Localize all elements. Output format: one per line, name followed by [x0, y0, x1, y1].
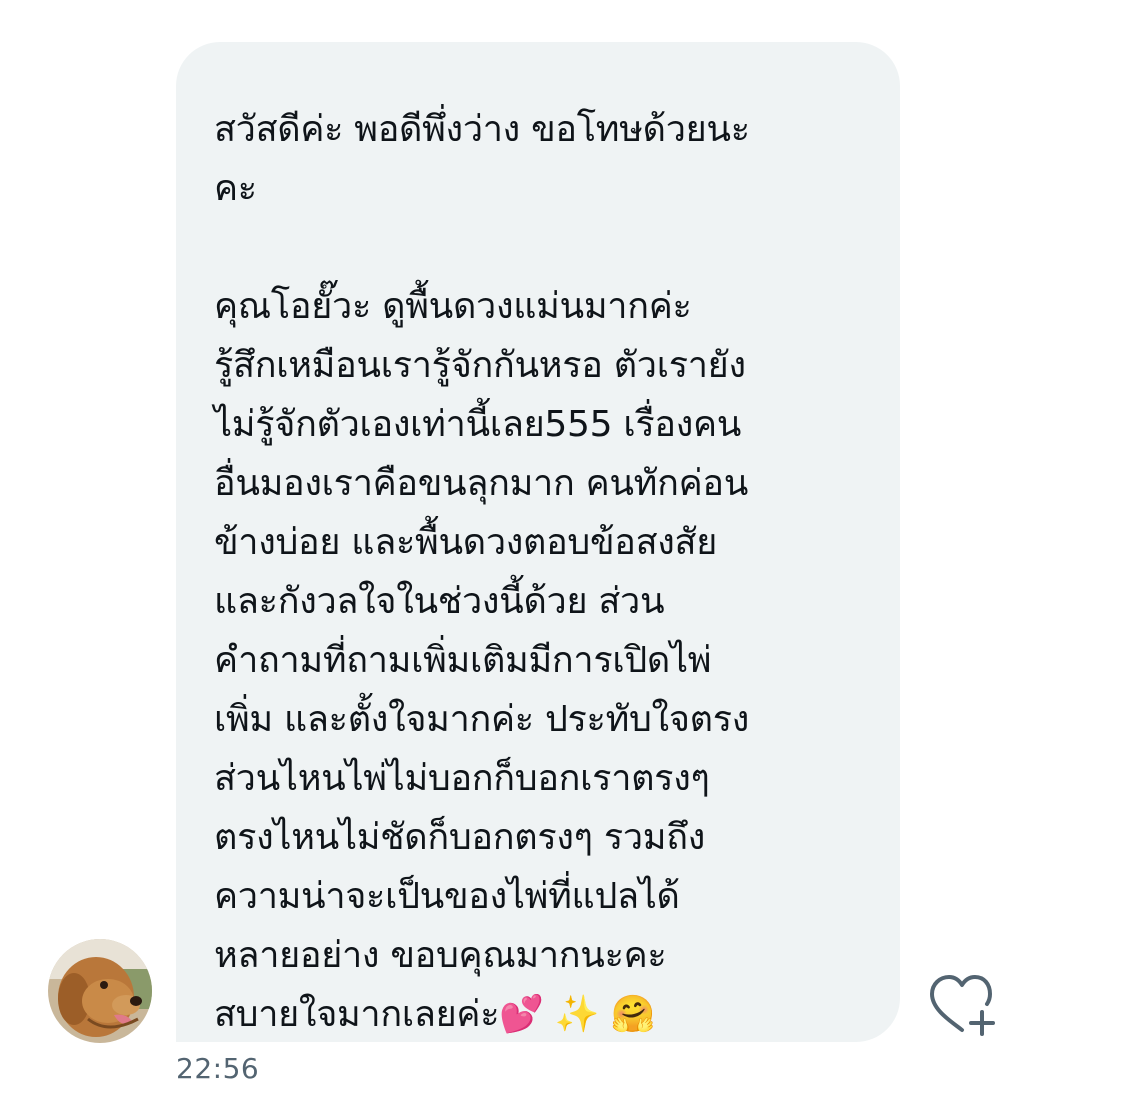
- heart-plus-icon: [930, 975, 995, 1036]
- message-line: คะ: [214, 168, 257, 209]
- message-line: สวัสดีค่ะ พอดีพึ่งว่าง ขอโทษด้วยนะ: [214, 109, 750, 150]
- react-button[interactable]: [926, 972, 998, 1036]
- message-bubble[interactable]: สวัสดีค่ะ พอดีพึ่งว่าง ขอโทษด้วยนะ คะ คุ…: [176, 42, 900, 1042]
- sender-avatar[interactable]: [48, 939, 152, 1043]
- message-line: สบายใจมากเลยค่ะ💕 ✨ 🤗: [214, 994, 656, 1035]
- message-line: รู้สึกเหมือนเรารู้จักกันหรอ ตัวเรายัง: [214, 345, 746, 386]
- message-line: ไม่รู้จักตัวเองเท่านี้เลย555 เรื่องคน: [214, 404, 742, 445]
- message-line: คุณโอยั๊วะ ดูพื้นดวงแม่นมากค่ะ: [214, 286, 692, 327]
- message-timestamp: 22:56: [176, 1052, 260, 1085]
- message-line: และกังวลใจในช่วงนี้ด้วย ส่วน: [214, 581, 665, 622]
- message-line: เพิ่ม และตั้งใจมากค่ะ ประทับใจตรง: [214, 699, 750, 740]
- message-line: หลายอย่าง ขอบคุณมากนะคะ: [214, 935, 667, 976]
- message-line: ความน่าจะเป็นของไพ่ที่แปลได้: [214, 876, 680, 917]
- message-line: อื่นมองเราคือขนลุกมาก คนทักค่อน: [214, 463, 749, 504]
- message-line: ข้างบ่อย และพื้นดวงตอบข้อสงสัย: [214, 522, 718, 563]
- message-line: ส่วนไหนไพ่ไม่บอกก็บอกเราตรงๆ: [214, 758, 710, 799]
- message-paragraph-2: คุณโอยั๊วะ ดูพื้นดวงแม่นมากค่ะ รู้สึกเหม…: [214, 277, 880, 1044]
- dog-avatar-icon: [48, 939, 152, 1043]
- message-line: ตรงไหนไม่ชัดก็บอกตรงๆ รวมถึง: [214, 817, 705, 858]
- message-paragraph-1: สวัสดีค่ะ พอดีพึ่งว่าง ขอโทษด้วยนะ คะ: [214, 100, 880, 218]
- message-line: คำถามที่ถามเพิ่มเติมมีการเปิดไพ่: [214, 640, 712, 681]
